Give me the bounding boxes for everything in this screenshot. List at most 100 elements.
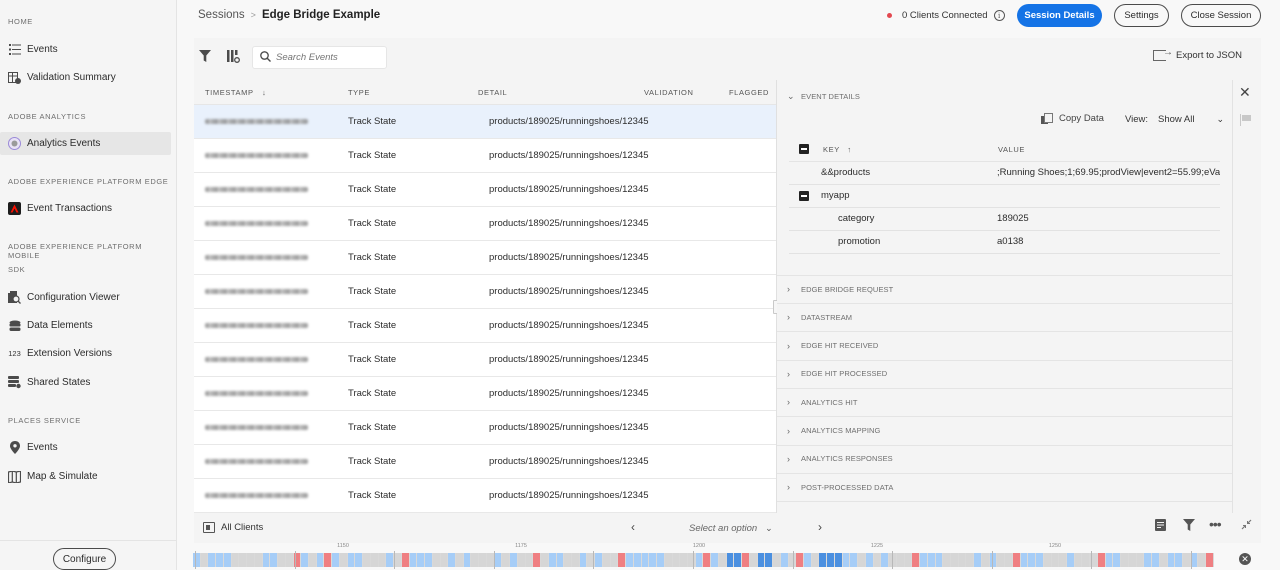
timeline-event[interactable]	[448, 553, 456, 567]
timeline-slot[interactable]	[718, 553, 727, 567]
column-header-flagged[interactable]: FLAGGED	[729, 88, 769, 97]
timeline-event-error[interactable]	[1097, 553, 1106, 567]
timeline-slot[interactable]	[1074, 553, 1083, 567]
timeline-slot[interactable]	[811, 553, 820, 567]
accordion-event-details[interactable]: ⌄ EVENT DETAILS	[787, 91, 860, 102]
info-icon[interactable]: i	[993, 10, 1005, 21]
timeline-event[interactable]	[657, 553, 665, 567]
timeline-event[interactable]	[463, 553, 472, 567]
timeline-event[interactable]	[842, 553, 851, 567]
accordion-edge-hit-processed[interactable]: › EDGE HIT PROCESSED	[787, 369, 887, 379]
previous-arrow-icon[interactable]: ‹	[631, 520, 635, 534]
timeline-slot[interactable]	[200, 553, 209, 567]
table-row[interactable]: Track State products/189025/runningshoes/…	[194, 479, 776, 513]
collapse-group-toggle[interactable]	[799, 191, 809, 201]
timeline-slot[interactable]	[370, 553, 379, 567]
timeline-slot[interactable]	[664, 553, 673, 567]
timeline-slot[interactable]	[1136, 553, 1145, 567]
timeline-slot[interactable]	[231, 553, 240, 567]
clear-timeline-icon[interactable]: ✕	[1239, 553, 1251, 565]
timeline-event-error[interactable]	[703, 553, 712, 567]
timeline-slot[interactable]	[432, 553, 441, 567]
timeline-slot[interactable]	[904, 553, 913, 567]
timeline-event[interactable]	[865, 553, 874, 567]
timeline-event[interactable]	[734, 553, 743, 567]
timeline-event[interactable]	[633, 553, 642, 567]
accordion-datastream[interactable]: › DATASTREAM	[787, 312, 852, 322]
timeline-option-select[interactable]: Select an option ⌄	[689, 523, 773, 534]
timeline-event[interactable]	[595, 553, 603, 567]
timeline-slot[interactable]	[1082, 553, 1091, 567]
search-events-field[interactable]	[252, 46, 387, 69]
close-details-icon[interactable]: ✕	[1239, 84, 1251, 101]
timeline-event[interactable]	[920, 553, 928, 567]
table-row[interactable]: Track State products/189025/runningshoes/…	[194, 445, 776, 479]
accordion-analytics-mapping[interactable]: › ANALYTICS MAPPING	[787, 426, 881, 436]
timeline-slot[interactable]	[564, 553, 572, 567]
timeline-slot[interactable]	[363, 553, 371, 567]
accordion-edge-bridge-request[interactable]: › EDGE BRIDGE REQUEST	[787, 284, 893, 294]
timeline-slot[interactable]	[541, 553, 549, 567]
next-arrow-icon[interactable]: ›	[818, 520, 822, 534]
timeline-event[interactable]	[989, 553, 998, 567]
timeline-slot[interactable]	[773, 553, 781, 567]
timeline-event[interactable]	[425, 553, 433, 567]
timeline-slot[interactable]	[239, 553, 248, 567]
sidebar-item-map-simulate[interactable]: Map & Simulate	[0, 465, 171, 488]
timeline-slot[interactable]	[394, 553, 402, 567]
timeline-event[interactable]	[556, 553, 565, 567]
timeline-event[interactable]	[819, 553, 828, 567]
sidebar-item-events[interactable]: Events	[0, 38, 171, 61]
timeline-slot[interactable]	[1159, 553, 1168, 567]
collapse-icon[interactable]	[1241, 519, 1252, 533]
timeline-event[interactable]	[1113, 553, 1122, 567]
timeline-slot[interactable]	[958, 553, 967, 567]
table-row[interactable]: Track State products/189025/runningshoes/…	[194, 343, 776, 377]
copy-data-button[interactable]: Copy Data	[1041, 113, 1104, 124]
filter-icon[interactable]	[199, 50, 211, 65]
timeline[interactable]: 1150 1175 1200 1225 1250	[193, 541, 1215, 570]
sidebar-item-analytics-events[interactable]: Analytics Events	[0, 132, 171, 155]
sidebar-item-event-transactions[interactable]: Event Transactions	[0, 197, 171, 220]
export-to-json-button[interactable]: Export to JSON	[1153, 47, 1242, 61]
timeline-event[interactable]	[208, 553, 217, 567]
view-filter-dropdown[interactable]: Show All ⌄	[1158, 114, 1224, 125]
timeline-event[interactable]	[881, 553, 890, 567]
timeline-event[interactable]	[347, 553, 356, 567]
timeline-event[interactable]	[1175, 553, 1183, 567]
collapse-all-toggle[interactable]	[799, 144, 809, 154]
timeline-slot[interactable]	[602, 553, 611, 567]
sidebar-item-data-elements[interactable]: Data Elements	[0, 314, 171, 337]
timeline-slot[interactable]	[571, 553, 580, 567]
table-row[interactable]: Track State products/189025/runningshoes/…	[194, 377, 776, 411]
timeline-slot[interactable]	[896, 553, 905, 567]
timeline-slot[interactable]	[950, 553, 959, 567]
table-row[interactable]: Track State products/189025/runningshoes/…	[194, 139, 776, 173]
timeline-slot[interactable]	[1198, 553, 1207, 567]
settings-button[interactable]: Settings	[1114, 4, 1169, 27]
accordion-edge-hit-received[interactable]: › EDGE HIT RECEIVED	[787, 341, 878, 351]
timeline-slot[interactable]	[285, 553, 294, 567]
configure-button[interactable]: Configure	[53, 548, 116, 570]
timeline-slot[interactable]	[680, 553, 688, 567]
timeline-slot[interactable]	[873, 553, 882, 567]
sidebar-item-configuration-viewer[interactable]: Configuration Viewer	[0, 286, 171, 309]
column-header-detail[interactable]: DETAIL	[478, 88, 507, 97]
timeline-event-error[interactable]	[618, 553, 627, 567]
timeline-slot[interactable]	[278, 553, 286, 567]
close-session-button[interactable]: Close Session	[1181, 4, 1261, 27]
timeline-event[interactable]	[409, 553, 418, 567]
timeline-event[interactable]	[262, 553, 271, 567]
timeline-event-error[interactable]	[1206, 553, 1214, 567]
timeline-event[interactable]	[804, 553, 812, 567]
timeline-event[interactable]	[780, 553, 789, 567]
flag-icon[interactable]	[1240, 114, 1252, 126]
breadcrumb-sessions-link[interactable]: Sessions	[198, 9, 245, 21]
table-row[interactable]: Track State products/189025/runningshoes/…	[194, 275, 776, 309]
accordion-post-processed-data[interactable]: › POST-PROCESSED DATA	[787, 482, 893, 492]
timeline-slot[interactable]	[378, 553, 387, 567]
timeline-event[interactable]	[316, 553, 325, 567]
timeline-event[interactable]	[1152, 553, 1160, 567]
timeline-event[interactable]	[757, 553, 766, 567]
timeline-slot[interactable]	[688, 553, 696, 567]
